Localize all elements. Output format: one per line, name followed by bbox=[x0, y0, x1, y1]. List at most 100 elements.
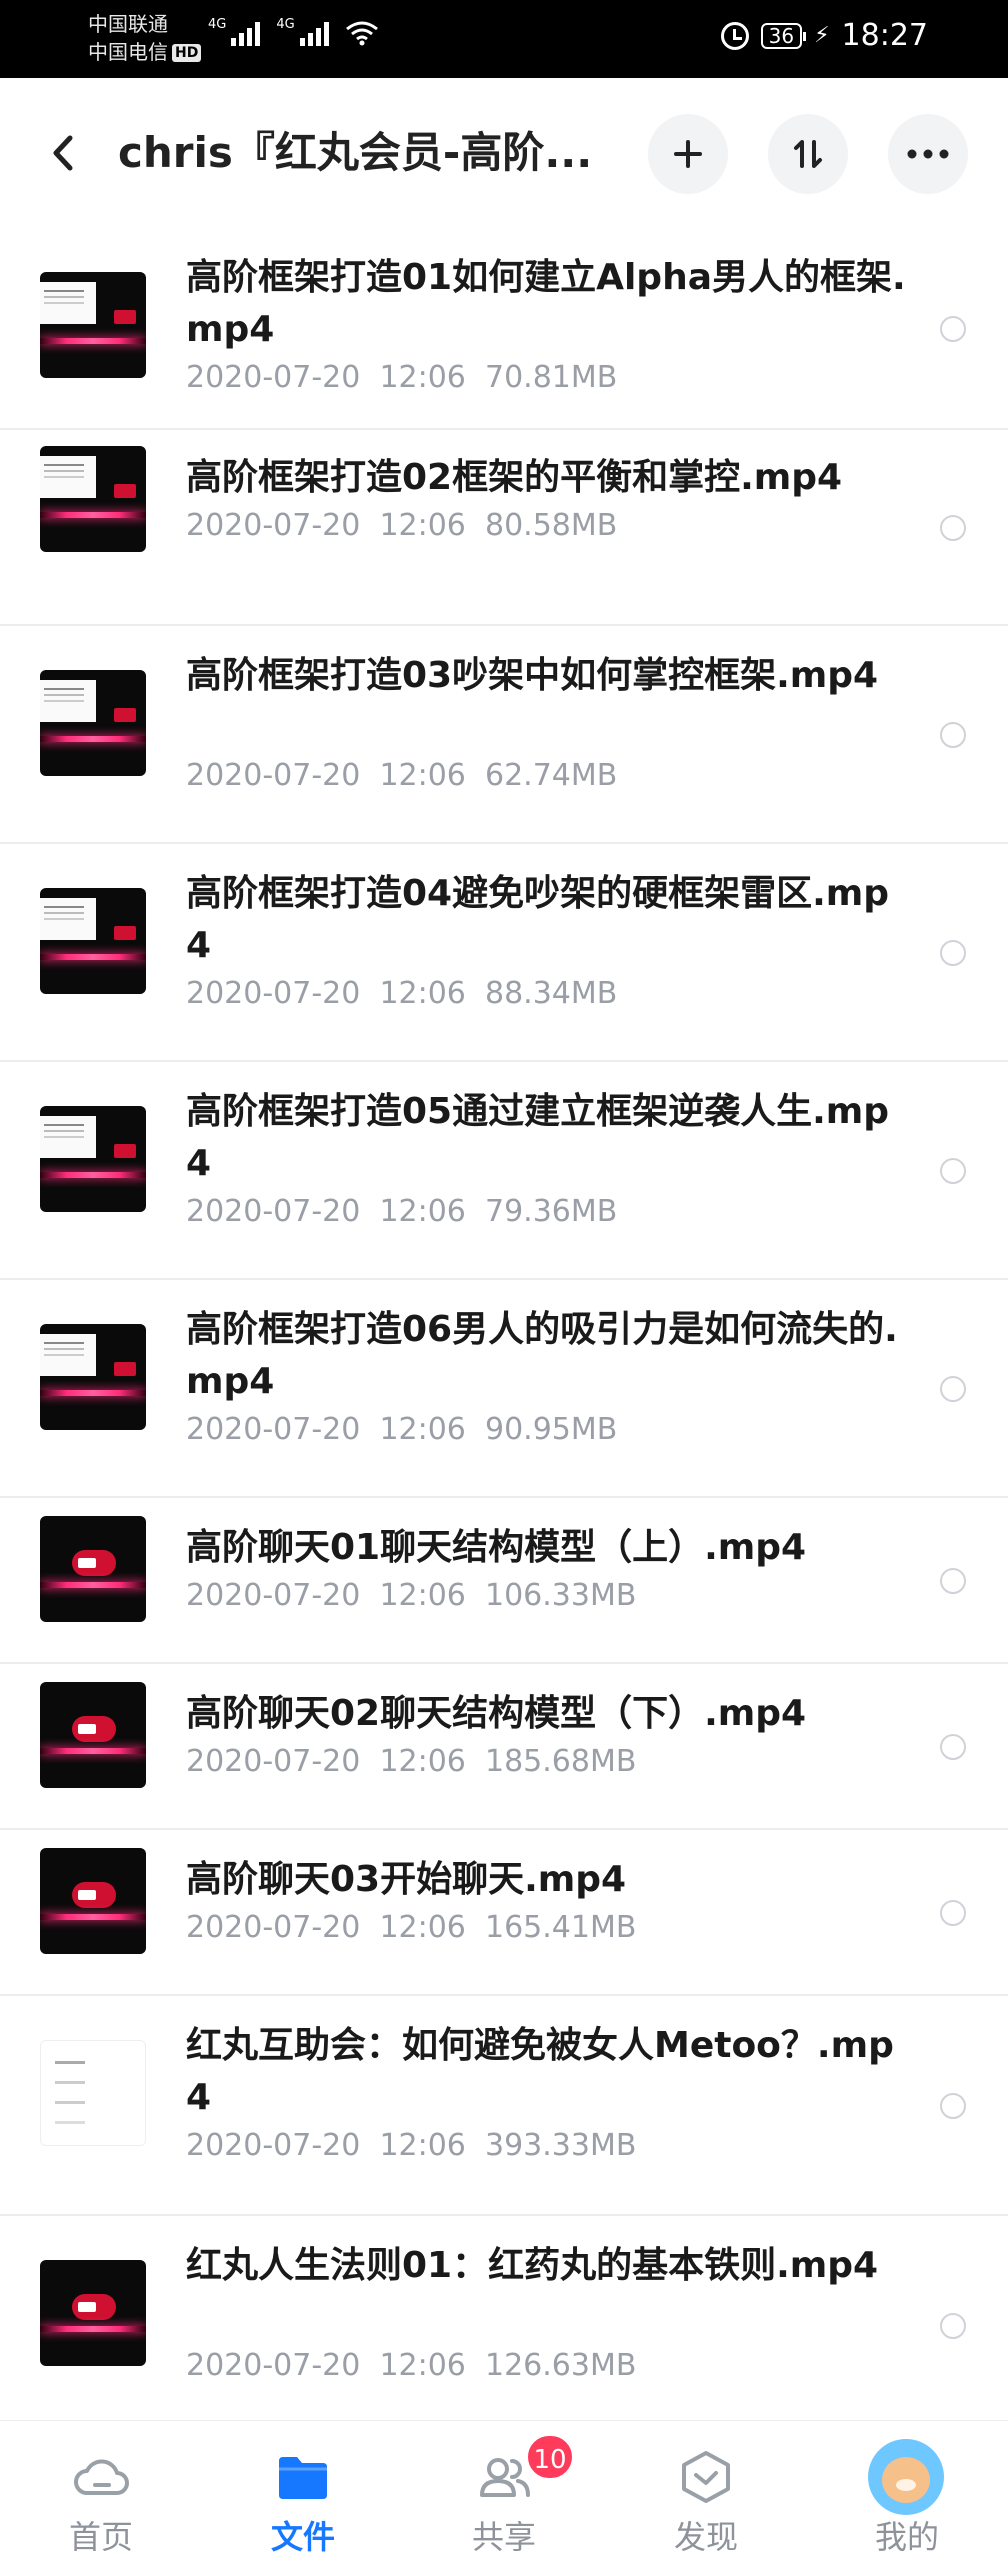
select-radio[interactable] bbox=[940, 722, 966, 748]
sort-button[interactable] bbox=[768, 114, 848, 194]
nav-label: 发现 bbox=[673, 2518, 738, 2556]
add-button[interactable] bbox=[648, 114, 728, 194]
file-name[interactable]: 高阶框架打造06男人的吸引力是如何流失的.mp4 bbox=[186, 1304, 906, 1408]
nav-home[interactable]: 首页 bbox=[0, 2421, 202, 2560]
sort-icon bbox=[794, 140, 822, 168]
select-radio[interactable] bbox=[940, 1158, 966, 1184]
file-name[interactable]: 红丸人生法则01：红药丸的基本铁则.mp4 bbox=[186, 2240, 906, 2292]
video-thumbnail[interactable] bbox=[40, 670, 146, 776]
file-meta: 2020-07-20 12:06 90.95MB bbox=[186, 1410, 617, 1450]
file-time: 12:06 bbox=[379, 1744, 466, 1779]
notification-badge: 10 bbox=[525, 2433, 575, 2481]
select-radio[interactable] bbox=[940, 2313, 966, 2339]
carrier-1: 中国联通 bbox=[88, 12, 168, 36]
file-name[interactable]: 高阶框架打造04避免吵架的硬框架雷区.mp4 bbox=[186, 868, 906, 972]
cloud-icon bbox=[74, 2459, 129, 2495]
file-name[interactable]: 高阶框架打造03吵架中如何掌控框架.mp4 bbox=[186, 650, 906, 702]
file-time: 12:06 bbox=[379, 2128, 466, 2163]
select-radio[interactable] bbox=[940, 2093, 966, 2119]
file-time: 12:06 bbox=[379, 1578, 466, 1613]
file-size: 79.36MB bbox=[484, 1194, 618, 1229]
carrier-info: 中国联通 中国电信 HD bbox=[88, 10, 202, 66]
file-time: 12:06 bbox=[379, 360, 466, 395]
file-name[interactable]: 高阶聊天03开始聊天.mp4 bbox=[186, 1854, 906, 1906]
file-size: 90.95MB bbox=[484, 1412, 618, 1447]
file-time: 12:06 bbox=[379, 2348, 466, 2383]
back-arrow-icon[interactable] bbox=[40, 128, 90, 178]
file-row[interactable]: 高阶框架打造01如何建立Alpha男人的框架.mp4 2020-07-20 12:… bbox=[0, 228, 1008, 430]
video-thumbnail[interactable] bbox=[40, 446, 146, 552]
video-thumbnail[interactable] bbox=[40, 1516, 146, 1622]
more-button[interactable] bbox=[888, 114, 968, 194]
file-name[interactable]: 高阶聊天02聊天结构模型（下）.mp4 bbox=[186, 1688, 906, 1740]
video-thumbnail[interactable] bbox=[40, 1682, 146, 1788]
file-size: 185.68MB bbox=[484, 1744, 637, 1779]
file-meta: 2020-07-20 12:06 126.63MB bbox=[186, 2346, 636, 2386]
file-row[interactable]: 高阶聊天03开始聊天.mp4 2020-07-20 12:06 165.41MB bbox=[0, 1830, 1008, 1996]
video-thumbnail[interactable] bbox=[40, 1106, 146, 1212]
nav-me[interactable]: 我的 bbox=[806, 2421, 1008, 2560]
nav-label: 共享 bbox=[471, 2518, 536, 2556]
file-name[interactable]: 红丸互助会：如何避免被女人Metoo？.mp4 bbox=[186, 2020, 906, 2124]
video-thumbnail[interactable] bbox=[40, 2260, 146, 2366]
file-row[interactable]: 高阶框架打造05通过建立框架逆袭人生.mp4 2020-07-20 12:06 7… bbox=[0, 1062, 1008, 1280]
nav-share[interactable]: 10 共享 bbox=[403, 2421, 605, 2560]
nav-discover[interactable]: 发现 bbox=[605, 2421, 807, 2560]
signal-icon: 4G bbox=[276, 17, 329, 46]
hd-icon: HD bbox=[172, 44, 202, 62]
select-radio[interactable] bbox=[940, 1376, 966, 1402]
file-size: 88.34MB bbox=[484, 976, 618, 1011]
select-radio[interactable] bbox=[940, 1568, 966, 1594]
file-name[interactable]: 高阶聊天01聊天结构模型（上）.mp4 bbox=[186, 1522, 906, 1574]
file-size: 393.33MB bbox=[484, 2128, 637, 2163]
video-thumbnail[interactable] bbox=[40, 272, 146, 378]
file-date: 2020-07-20 bbox=[186, 1578, 361, 1613]
file-meta: 2020-07-20 12:06 80.58MB bbox=[186, 506, 617, 546]
file-name[interactable]: 高阶框架打造05通过建立框架逆袭人生.mp4 bbox=[186, 1086, 906, 1190]
file-meta: 2020-07-20 12:06 165.41MB bbox=[186, 1908, 636, 1948]
file-meta: 2020-07-20 12:06 185.68MB bbox=[186, 1742, 636, 1782]
file-time: 12:06 bbox=[379, 1910, 466, 1945]
select-radio[interactable] bbox=[940, 1900, 966, 1926]
video-thumbnail[interactable] bbox=[40, 2040, 146, 2146]
file-time: 12:06 bbox=[379, 508, 466, 543]
nav-label: 我的 bbox=[874, 2518, 939, 2556]
select-radio[interactable] bbox=[940, 316, 966, 342]
bottom-nav: 首页 文件 10 共享 发现 我的 bbox=[0, 2420, 1008, 2560]
file-name[interactable]: 高阶框架打造02框架的平衡和掌控.mp4 bbox=[186, 452, 906, 504]
nav-label: 首页 bbox=[68, 2518, 133, 2556]
file-row[interactable]: 红丸互助会：如何避免被女人Metoo？.mp4 2020-07-20 12:06 … bbox=[0, 1996, 1008, 2216]
file-name[interactable]: 高阶框架打造01如何建立Alpha男人的框架.mp4 bbox=[186, 252, 906, 356]
signal-indicators: 4G 4G bbox=[208, 17, 379, 46]
file-row[interactable]: 高阶框架打造04避免吵架的硬框架雷区.mp4 2020-07-20 12:06 8… bbox=[0, 844, 1008, 1062]
file-date: 2020-07-20 bbox=[186, 1744, 361, 1779]
file-row[interactable]: 高阶框架打造03吵架中如何掌控框架.mp4 2020-07-20 12:06 62… bbox=[0, 626, 1008, 844]
file-row[interactable]: 高阶聊天02聊天结构模型（下）.mp4 2020-07-20 12:06 185.… bbox=[0, 1664, 1008, 1830]
file-size: 70.81MB bbox=[484, 360, 618, 395]
file-date: 2020-07-20 bbox=[186, 2128, 361, 2163]
file-meta: 2020-07-20 12:06 79.36MB bbox=[186, 1192, 617, 1232]
charging-icon: ⚡ bbox=[814, 23, 830, 48]
file-row[interactable]: 红丸人生法则01：红药丸的基本铁则.mp4 2020-07-20 12:06 12… bbox=[0, 2216, 1008, 2420]
file-size: 165.41MB bbox=[484, 1910, 637, 1945]
file-row[interactable]: 高阶框架打造06男人的吸引力是如何流失的.mp4 2020-07-20 12:06… bbox=[0, 1280, 1008, 1498]
folder-icon bbox=[279, 2457, 327, 2499]
file-size: 62.74MB bbox=[484, 758, 618, 793]
file-meta: 2020-07-20 12:06 88.34MB bbox=[186, 974, 617, 1014]
nav-files[interactable]: 文件 bbox=[202, 2421, 404, 2560]
file-date: 2020-07-20 bbox=[186, 508, 361, 543]
select-radio[interactable] bbox=[940, 515, 966, 541]
file-row[interactable]: 高阶框架打造02框架的平衡和掌控.mp4 2020-07-20 12:06 80.… bbox=[0, 430, 1008, 626]
file-size: 80.58MB bbox=[484, 508, 618, 543]
video-thumbnail[interactable] bbox=[40, 888, 146, 994]
select-radio[interactable] bbox=[940, 1734, 966, 1760]
more-icon bbox=[907, 149, 949, 159]
file-time: 12:06 bbox=[379, 1412, 466, 1447]
alarm-icon bbox=[720, 21, 749, 50]
battery-icon: 36 bbox=[760, 22, 807, 49]
video-thumbnail[interactable] bbox=[40, 1848, 146, 1954]
select-radio[interactable] bbox=[940, 940, 966, 966]
video-thumbnail[interactable] bbox=[40, 1324, 146, 1430]
app-header: chris『红丸会员-高阶... bbox=[0, 78, 1008, 228]
file-row[interactable]: 高阶聊天01聊天结构模型（上）.mp4 2020-07-20 12:06 106.… bbox=[0, 1498, 1008, 1664]
